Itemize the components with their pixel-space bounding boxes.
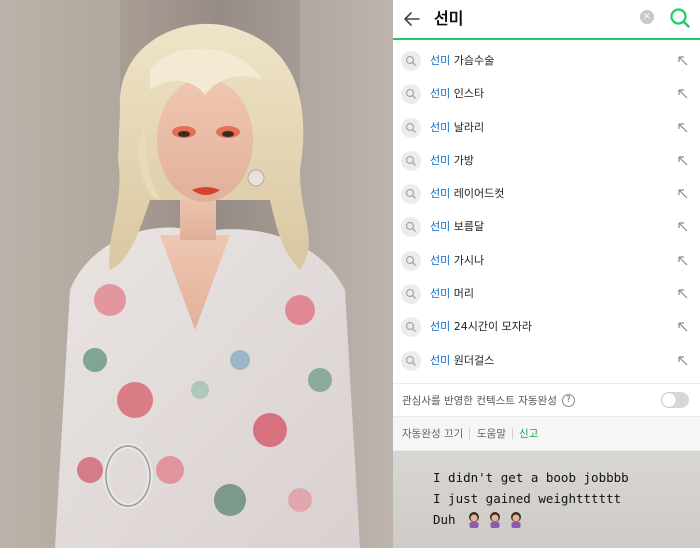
arrow-up-left-icon[interactable]: [676, 154, 690, 168]
search-icon: [401, 250, 421, 271]
search-icon: [401, 117, 421, 138]
context-autocomplete-row: 관심사를 반영한 컨텍스트 자동완성 ?: [393, 383, 700, 417]
context-autocomplete-label: 관심사를 반영한 컨텍스트 자동완성: [402, 395, 557, 407]
caption-line-1: I didn't get a boob jobbbb: [433, 470, 629, 485]
suggestion-highlight: 선미: [430, 287, 451, 301]
suggestion-rest: 원더걸스: [450, 353, 495, 367]
suggestion-highlight: 선미: [430, 54, 451, 67]
suggestion-label: 선미 레이어드컷: [430, 185, 504, 203]
suggestion-label: 선미 날라리: [430, 119, 484, 137]
search-icon: [401, 150, 421, 171]
suggestion-item[interactable]: 선미 날라리: [393, 111, 700, 144]
suggestion-label: 선미 가슴수술: [430, 52, 494, 70]
suggestion-highlight: 선미: [430, 353, 451, 367]
suggestion-rest: 가시나: [450, 253, 485, 267]
help-link[interactable]: 도움말: [477, 426, 506, 442]
suggestion-highlight: 선미: [430, 187, 451, 201]
suggestion-item[interactable]: 선미 보름달: [393, 210, 700, 243]
suggestion-item[interactable]: 선미 인스타: [393, 77, 700, 110]
autocomplete-footer: 자동완성 끄기 도움말 신고: [393, 417, 700, 451]
context-autocomplete-toggle[interactable]: [661, 392, 689, 408]
arrow-up-left-icon[interactable]: [676, 320, 690, 334]
suggestion-item[interactable]: 선미 가슴수술: [393, 44, 700, 77]
arrow-left-icon[interactable]: [401, 8, 423, 30]
arrow-up-left-icon[interactable]: [676, 354, 690, 368]
footer-divider: [512, 428, 513, 439]
suggestion-highlight: 선미: [430, 120, 451, 134]
arrow-up-left-icon[interactable]: [676, 87, 690, 101]
suggestion-label: 선미 원더걸스: [430, 352, 494, 370]
search-icon: [401, 84, 421, 105]
suggestion-rest: 날라리: [450, 120, 485, 134]
caption-line-3: Duh: [433, 512, 456, 527]
clear-icon[interactable]: ×: [640, 10, 654, 24]
suggestion-item[interactable]: 선미 24시간이 모자라: [393, 310, 700, 343]
suggestion-item[interactable]: 선미 레이어드컷: [393, 177, 700, 210]
search-bar: 선미 ×: [393, 0, 700, 40]
suggestion-label: 선미 머리: [430, 285, 474, 303]
search-icon: [401, 350, 421, 371]
search-icon: [401, 51, 421, 71]
footer-divider: [469, 428, 470, 439]
woman-emoji-icon: [490, 512, 501, 528]
search-icon: [401, 317, 421, 338]
suggestion-label: 선미 보름달: [430, 218, 484, 236]
arrow-up-left-icon[interactable]: [676, 220, 690, 234]
portrait-photo: [0, 0, 393, 548]
suggestion-item[interactable]: 선미 원더걸스: [393, 344, 700, 377]
search-input[interactable]: 선미: [434, 8, 463, 30]
suggestion-highlight: 선미: [430, 87, 451, 101]
suggestion-highlight: 선미: [430, 320, 451, 334]
woman-emoji-icon: [511, 512, 522, 528]
emoji-group: [467, 510, 525, 532]
search-icon[interactable]: [668, 6, 692, 30]
search-panel: 선미 × 선미 가슴수술 선미 인스타 선미 날라리 선미 가방 선미 레이어드…: [393, 0, 700, 548]
suggestion-highlight: 선미: [430, 253, 451, 267]
search-icon: [401, 184, 421, 205]
arrow-up-left-icon[interactable]: [676, 54, 690, 68]
toggle-knob: [662, 393, 676, 407]
suggestion-rest: 보름달: [450, 220, 485, 234]
caption-line-2: I just gained weightttttt: [433, 491, 622, 506]
suggestion-rest: 가방: [450, 153, 474, 167]
suggestion-item[interactable]: 선미 가시나: [393, 244, 700, 277]
suggestion-rest: 가슴수술: [450, 54, 495, 67]
report-link[interactable]: 신고: [519, 426, 538, 442]
woman-emoji-icon: [469, 512, 479, 528]
suggestion-item[interactable]: 선미 머리: [393, 277, 700, 310]
portrait-illustration: [0, 0, 393, 548]
search-icon: [401, 217, 421, 238]
suggestion-label: 선미 인스타: [430, 85, 484, 103]
suggestion-list: 선미 가슴수술 선미 인스타 선미 날라리 선미 가방 선미 레이어드컷 선미 …: [393, 44, 700, 377]
suggestion-item[interactable]: 선미 가방: [393, 144, 700, 177]
autocomplete-off-link[interactable]: 자동완성 끄기: [402, 426, 463, 442]
arrow-up-left-icon[interactable]: [676, 287, 690, 301]
arrow-up-left-icon[interactable]: [676, 121, 690, 135]
suggestion-label: 선미 가방: [430, 152, 474, 170]
suggestion-rest: 머리: [450, 287, 474, 301]
help-icon[interactable]: ?: [562, 394, 575, 407]
arrow-up-left-icon[interactable]: [676, 187, 690, 201]
suggestion-highlight: 선미: [430, 220, 451, 234]
search-icon: [401, 284, 421, 305]
suggestion-highlight: 선미: [430, 153, 451, 167]
suggestion-label: 선미 24시간이 모자라: [430, 318, 532, 336]
suggestion-rest: 인스타: [450, 87, 485, 101]
arrow-up-left-icon[interactable]: [676, 254, 690, 268]
suggestion-rest: 24시간이 모자라: [450, 320, 532, 334]
suggestion-label: 선미 가시나: [430, 252, 484, 270]
suggestion-rest: 레이어드컷: [450, 187, 505, 201]
